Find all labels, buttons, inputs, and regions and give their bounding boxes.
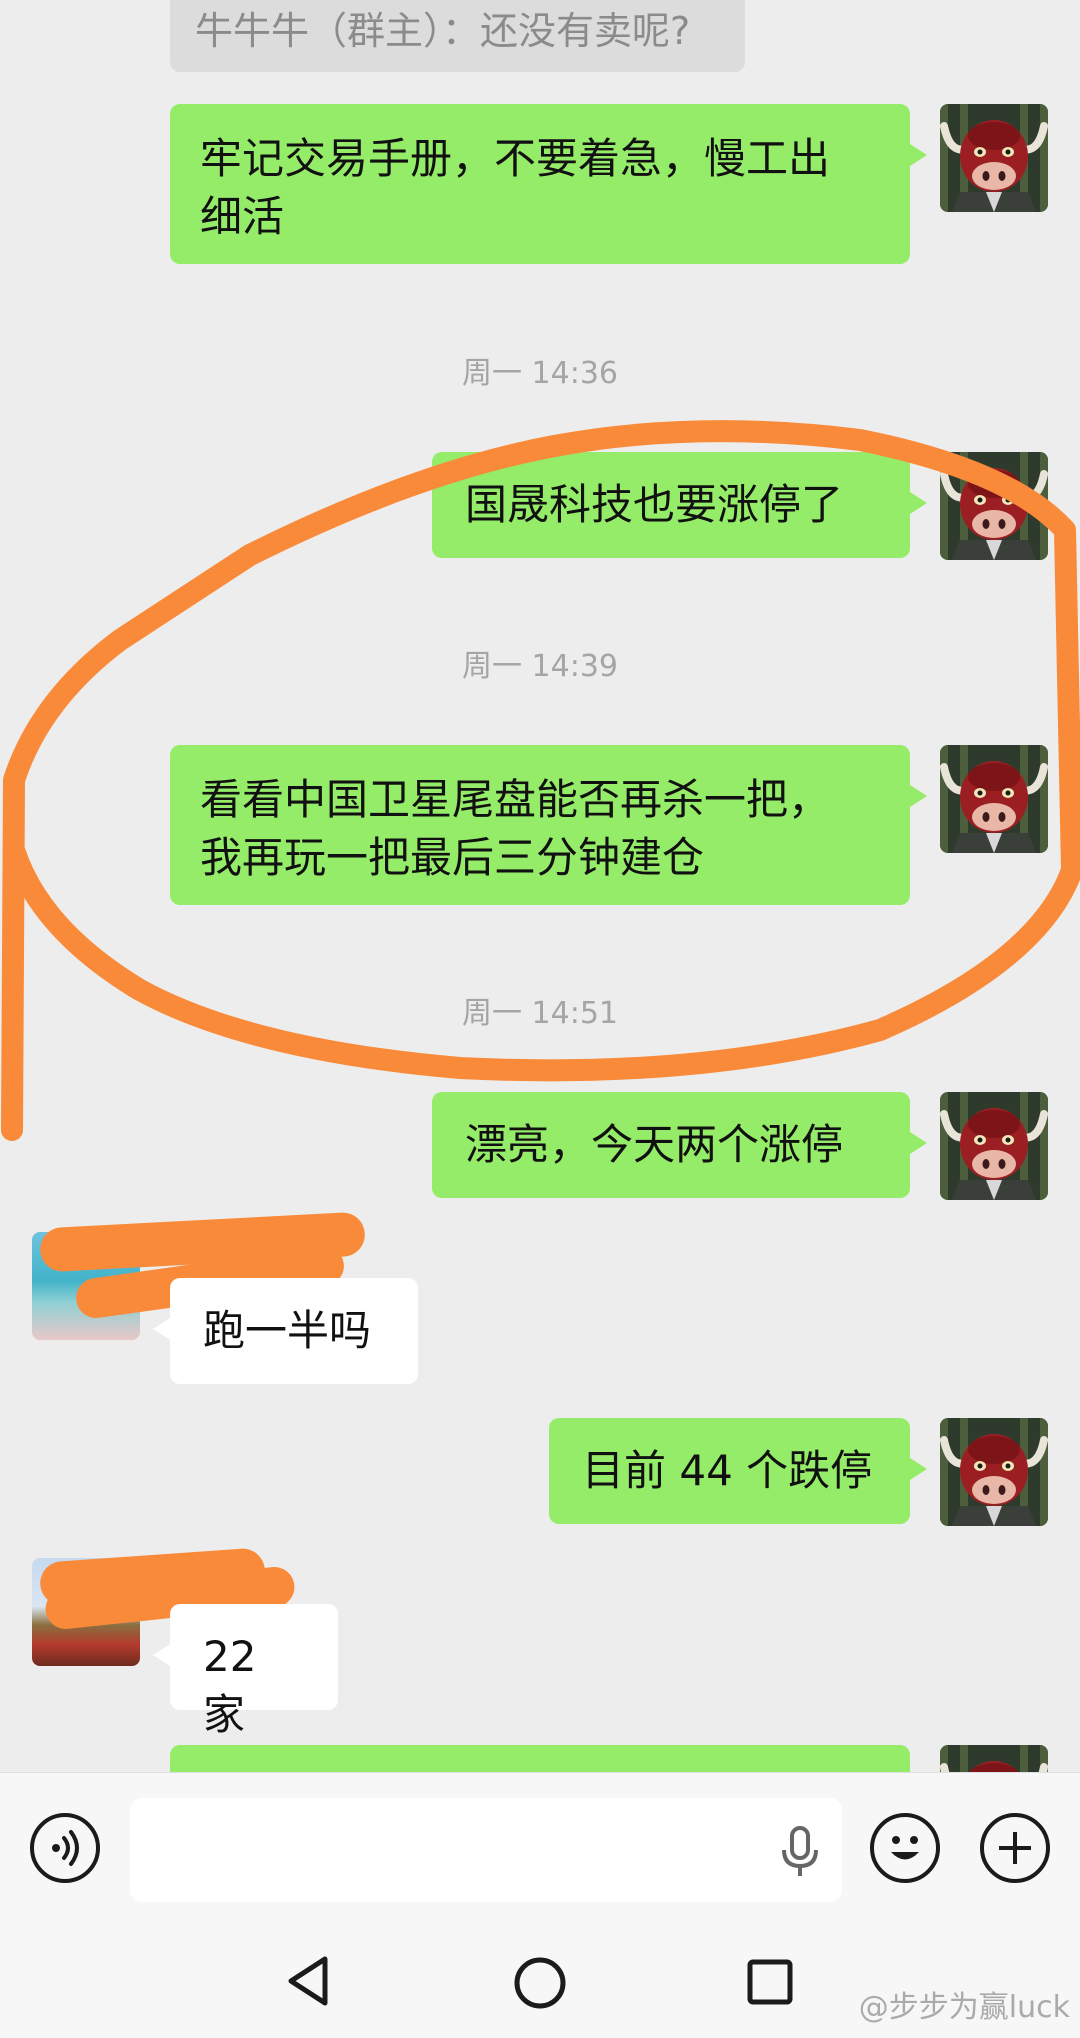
message-line: 漂亮，今天两个涨停 [465,1120,844,1169]
bull-avatar-icon [940,1418,1048,1526]
message-line: 22 家 [203,1632,257,1739]
input-bar [0,1772,1080,1923]
message-line: 细活 [200,192,285,241]
system-navigation-bar: @步步为赢luck [0,1922,1080,2038]
message-line: 牢记交易手册，不要着急，慢工出 [200,134,831,183]
message-bubble-outgoing[interactable]: 漂亮，今天两个涨停 [432,1092,927,1198]
message-line: 目前 44 个跌停 [582,1446,873,1495]
message-line: 国晟科技也要涨停了 [465,480,844,529]
message-bubble-outgoing[interactable]: 看看中国卫星尾盘能否再杀一把， 我再玩一把最后三分钟建仓 [170,745,927,905]
timestamp: 周一 14:51 [462,996,618,1031]
message-bubble-outgoing[interactable]: 目前 44 个跌停 [549,1418,927,1524]
message-line: 看看中国卫星尾盘能否再杀一把， [200,775,831,824]
message-bubble-outgoing[interactable]: 国晟科技也要涨停了 [432,452,927,558]
bull-avatar-icon [940,745,1048,853]
voice-wave-icon[interactable] [30,1813,100,1883]
circle-home-icon[interactable] [513,1956,567,2010]
plus-icon[interactable] [980,1813,1050,1883]
message-bubble-outgoing[interactable]: 牢记交易手册，不要着急，慢工出 细活 [170,104,927,264]
my-avatar[interactable] [940,1092,1048,1200]
message-bubble-incoming[interactable]: 22 家 [153,1604,338,1739]
my-avatar[interactable] [940,1418,1048,1526]
message-line: 跑一半吗 [203,1306,372,1355]
message-line: 我再玩一把最后三分钟建仓 [200,833,705,882]
bull-avatar-icon [940,1745,1048,1772]
message-input[interactable] [130,1798,842,1902]
timestamp: 周一 14:39 [462,649,618,684]
smiley-icon[interactable] [870,1813,940,1883]
my-avatar[interactable] [940,452,1048,560]
my-avatar[interactable] [940,745,1048,853]
bull-avatar-icon [940,452,1048,560]
watermark: @步步为赢luck [858,1990,1070,2025]
my-avatar[interactable] [940,1745,1048,1772]
chat-area[interactable]: 牛牛牛（群主）：还没有卖呢? 牢记交易手册，不要着急，慢工出 细活 周一 14:… [0,0,1080,1772]
timestamp: 周一 14:36 [462,356,618,391]
square-recents-icon[interactable] [747,1959,793,2005]
my-avatar[interactable] [940,104,1048,212]
quoted-message: 牛牛牛（群主）：还没有卖呢? [170,0,745,72]
bull-avatar-icon [940,104,1048,212]
microphone-icon[interactable] [780,1826,820,1878]
bull-avatar-icon [940,1092,1048,1200]
message-bubble-outgoing[interactable] [170,1745,910,1772]
triangle-back-icon[interactable] [285,1955,331,2007]
message-bubble-incoming[interactable]: 跑一半吗 [153,1278,418,1384]
